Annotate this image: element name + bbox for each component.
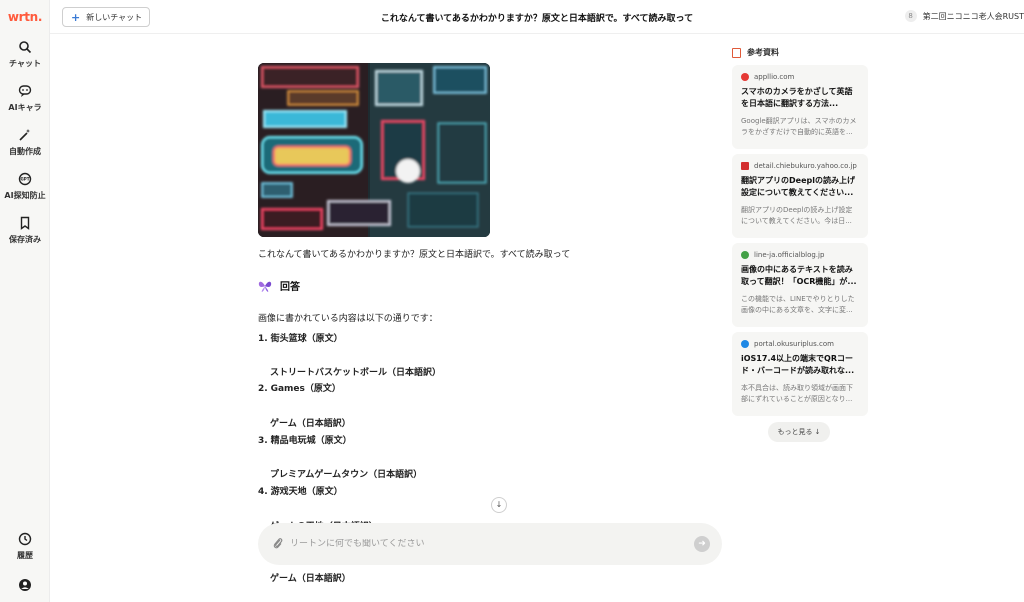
sidebar-item-label: 履歴 [17, 551, 33, 560]
translation-text: プレミアムゲームタウン（日本語訳） [270, 470, 423, 480]
reference-card[interactable]: line-ja.officialblog.jp 画像の中にあるテキストを読み取っ… [732, 243, 868, 327]
sidebar-item-history[interactable]: 履歴 [0, 532, 50, 561]
sidebar-item-chat[interactable]: チャット [0, 40, 50, 69]
references-heading: 参考資料 [732, 47, 779, 58]
sidebar: wrtn. チャット AIキャラ 自動作成 GPT AI探知防止 保存済み 履歴 [0, 0, 50, 602]
scroll-down-button[interactable]: ↓ [491, 497, 507, 513]
list-number: 1. [258, 334, 268, 344]
reference-card[interactable]: portal.okusuriplus.com iOS17.4以上の端末でQRコー… [732, 332, 868, 416]
site-favicon-icon [741, 73, 749, 81]
list-translation: ゲーム（日本語訳） [270, 416, 351, 429]
paperclip-icon[interactable] [272, 537, 284, 551]
sidebar-item-label: AIキャラ [8, 103, 42, 112]
list-item: 1. 街头篮球（原文） [258, 331, 343, 344]
logo[interactable]: wrtn. [0, 10, 50, 24]
list-original: Games（原文） [270, 384, 341, 394]
sidebar-item-auto-create[interactable]: 自動作成 [0, 128, 50, 157]
list-item: 4. 游戏天地（原文） [258, 484, 343, 497]
sidebar-item-label: 保存済み [9, 235, 41, 244]
sidebar-item-label: AI探知防止 [4, 191, 46, 200]
show-more-button[interactable]: もっと見る ↓ [768, 422, 830, 442]
user-question: これなんて書いてあるかわかりますか？原文と日本語訳で。すべて読み取って [258, 250, 571, 260]
reference-card[interactable]: appllio.com スマホのカメラをかざして英語を日本語に翻訳する方法...… [732, 65, 868, 149]
site-favicon-icon [741, 340, 749, 348]
reference-title: 画像の中にあるテキストを読み取って翻訳！「OCR機能」が... [741, 265, 857, 286]
domain-text: portal.okusuriplus.com [754, 340, 834, 348]
reference-title: iOS17.4以上の端末でQRコード・バーコードが読み取れな... [741, 354, 855, 375]
answer-heading-label: 回答 [280, 282, 300, 293]
reference-snippet: 本不具合は、読み取り領域が画面下部にずれていることが原因となり... [741, 384, 853, 403]
list-original: 街头篮球（原文） [270, 334, 343, 344]
domain-text: line-ja.officialblog.jp [754, 251, 825, 259]
book-icon [732, 47, 741, 58]
reference-snippet: 翻訳アプリのDeeplの読み上げ設定について教えてください。今は日... [741, 206, 853, 225]
clock-icon [18, 532, 32, 546]
reference-title: スマホのカメラをかざして英語を日本語に翻訳する方法... [741, 87, 853, 108]
line-favicon-icon [741, 251, 749, 259]
bookmark-icon [20, 216, 30, 230]
list-original: 精品电玩城（原文） [270, 436, 352, 446]
send-button[interactable]: ➜ [694, 536, 710, 552]
shield-gpt-icon: GPT [18, 172, 32, 186]
reference-title: 翻訳アプリのDeeplの読み上げ設定について教えてください... [741, 176, 855, 197]
domain-text: appllio.com [754, 73, 795, 81]
sidebar-item-ai-detect[interactable]: GPT AI探知防止 [0, 172, 50, 201]
list-translation: プレミアムゲームタウン（日本語訳） [270, 467, 422, 480]
list-translation: ストリートバスケットボール（日本語訳） [270, 365, 441, 378]
list-original: 游戏天地（原文） [270, 487, 343, 497]
reference-snippet: この機能では、LINEでやりとりした画像の中にある文章を、文字に変... [741, 295, 855, 314]
neon-signs-photo [258, 63, 490, 237]
reference-domain: detail.chiebukuro.yahoo.co.jp [741, 162, 859, 170]
magic-wand-icon [19, 129, 31, 141]
translation-text: ストリートバスケットボール（日本語訳） [270, 368, 442, 378]
user-avatar-icon: 8 [904, 10, 917, 22]
chat-input[interactable] [290, 539, 680, 549]
answer-intro: 画像に書かれている内容は以下の通りです： [258, 314, 438, 324]
user-area[interactable]: 8 第二回ニコニコ老人会RUST [904, 10, 1024, 22]
search-icon [19, 41, 32, 54]
sidebar-item-ai-chara[interactable]: AIキャラ [0, 84, 50, 113]
list-item: 3. 精品电玩城（原文） [258, 433, 352, 446]
user-name: 第二回ニコニコ老人会RUST [922, 11, 1024, 21]
svg-text:GPT: GPT [21, 177, 30, 182]
butterfly-icon [258, 281, 272, 292]
reference-domain: line-ja.officialblog.jp [741, 251, 859, 259]
last-visible-text: ゲーム（日本語訳） [270, 574, 351, 584]
references-title: 参考資料 [747, 48, 779, 57]
reference-domain: portal.okusuriplus.com [741, 340, 859, 348]
yahoo-favicon-icon [741, 162, 749, 170]
list-item: 2. Games（原文） [258, 381, 341, 394]
sidebar-item-saved[interactable]: 保存済み [0, 216, 50, 245]
page-title: これなんて書いてあるかわかりますか？原文と日本語訳で。すべて読み取って [380, 14, 694, 24]
sidebar-item-label: 自動作成 [9, 147, 41, 156]
chat-bubble-icon [18, 85, 32, 97]
reference-snippet: Google翻訳アプリは、スマホのカメラをかざすだけで自動的に英語を... [741, 117, 857, 136]
list-number: 3. [258, 436, 268, 446]
list-number: 4. [258, 487, 268, 497]
list-number: 2. [258, 384, 268, 394]
uploaded-image[interactable] [258, 63, 490, 237]
user-circle-icon [19, 579, 31, 591]
answer-heading: 回答 [258, 278, 300, 293]
reference-domain: appllio.com [741, 73, 859, 81]
translation-text: ゲーム（日本語訳） [270, 419, 351, 429]
sidebar-item-label: チャット [9, 59, 41, 68]
chat-input-bar: ➜ [258, 523, 722, 565]
reference-card[interactable]: detail.chiebukuro.yahoo.co.jp 翻訳アプリのDeep… [732, 154, 868, 238]
profile-button[interactable] [0, 578, 50, 596]
top-bar: + 新しいチャット これなんて書いてあるかわかりますか？原文と日本語訳で。すべて… [50, 0, 1024, 34]
arrow-right-icon: ➜ [698, 539, 706, 549]
domain-text: detail.chiebukuro.yahoo.co.jp [754, 162, 857, 170]
